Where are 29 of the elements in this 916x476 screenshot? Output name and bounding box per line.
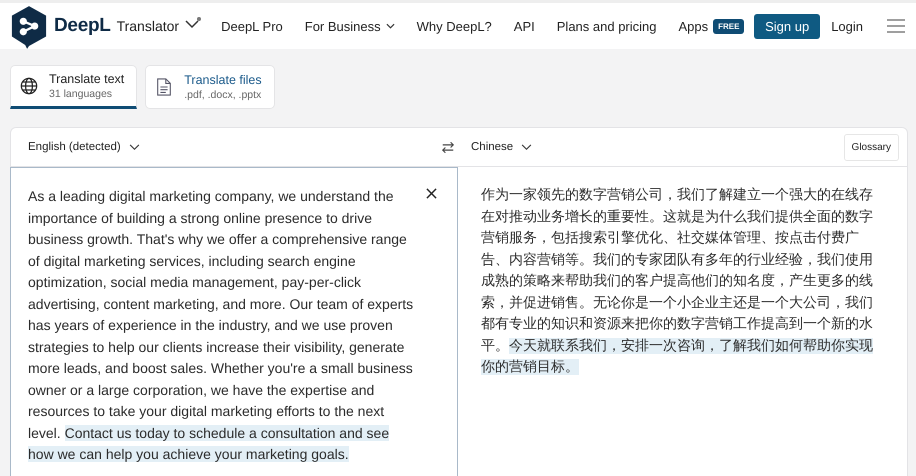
free-badge: FREE [713, 18, 744, 34]
brand-name: DeepL [54, 15, 111, 37]
mode-tab[interactable]: Translate files .pdf, .docx, .pptx [145, 65, 275, 109]
glossary-button[interactable]: Glossary [844, 134, 899, 160]
chevron-icon[interactable] [521, 144, 532, 150]
target-language-selector[interactable]: Chinese [471, 141, 514, 153]
chevron-icon[interactable] [386, 23, 395, 29]
globe-icon [20, 77, 38, 95]
nav-link[interactable]: Why DeepL? [416, 18, 492, 34]
chevron-icon[interactable] [185, 17, 202, 31]
nav-link[interactable]: For Business [304, 18, 381, 34]
document-icon [155, 78, 174, 96]
nav-link[interactable]: API [514, 18, 535, 34]
swap-icon[interactable] [441, 140, 455, 154]
mode-tab[interactable]: Translate text 31 languages [10, 65, 138, 109]
product-name: Translator [116, 18, 180, 34]
sign-up-button[interactable]: Sign up [754, 14, 820, 38]
menu-icon[interactable] [887, 19, 905, 33]
chevron-icon[interactable] [128, 144, 140, 150]
source-text-field[interactable] [10, 167, 458, 476]
source-text: As a leading digital marketing company, we understand the importance of building a strong online presence to drive business growth. That's why we offer a comprehensive range of digital marketing services, including search engine optimization, social media management, pay-per-click advertising, content marketing, and more. Our team of experts has years of experience in the industry, and we use proven strategies to help our clients increase their visibility, generate more leads, and boost sales. Whether you're a small business owner or a large corporation, we have the expertise and resources to take your digital marketing efforts to the next level. Contact us today to schedule a consultation and see how we can help you achieve your marketing goals. [28, 187, 414, 464]
close-icon[interactable] [426, 188, 437, 199]
login-link[interactable]: Login [831, 18, 863, 34]
nav-link[interactable]: Plans and pricing [556, 18, 656, 34]
source-language-selector[interactable]: English (detected) [28, 141, 121, 153]
translated-text: 作为一家领先的数字营销公司，我们了解建立一个强大的在线存在对推动业务增长的重要性。这就是为什么我们提供全面的数字营销服务，包括搜索引擎优化、社交媒体管理、按点击付费广告、内容营销等。我们的专家团队有多年的行业经验，我们使用成熟的策略来帮助我们的客户提高他们的知名度，产生更多的线索，并促进销售。无论你是一个小企业主还是一个大公司，我们都有专业的知识和资源来把你的数字营销工作提高到一个新的水平。今天就联系我们，安排一次咨询，了解我们如何帮助你实现你的营销目标。 [481, 186, 874, 377]
nav-link[interactable]: Apps [678, 18, 708, 34]
nav-link[interactable]: DeepL Pro [221, 18, 283, 34]
logo-icon[interactable] [10, 4, 48, 50]
